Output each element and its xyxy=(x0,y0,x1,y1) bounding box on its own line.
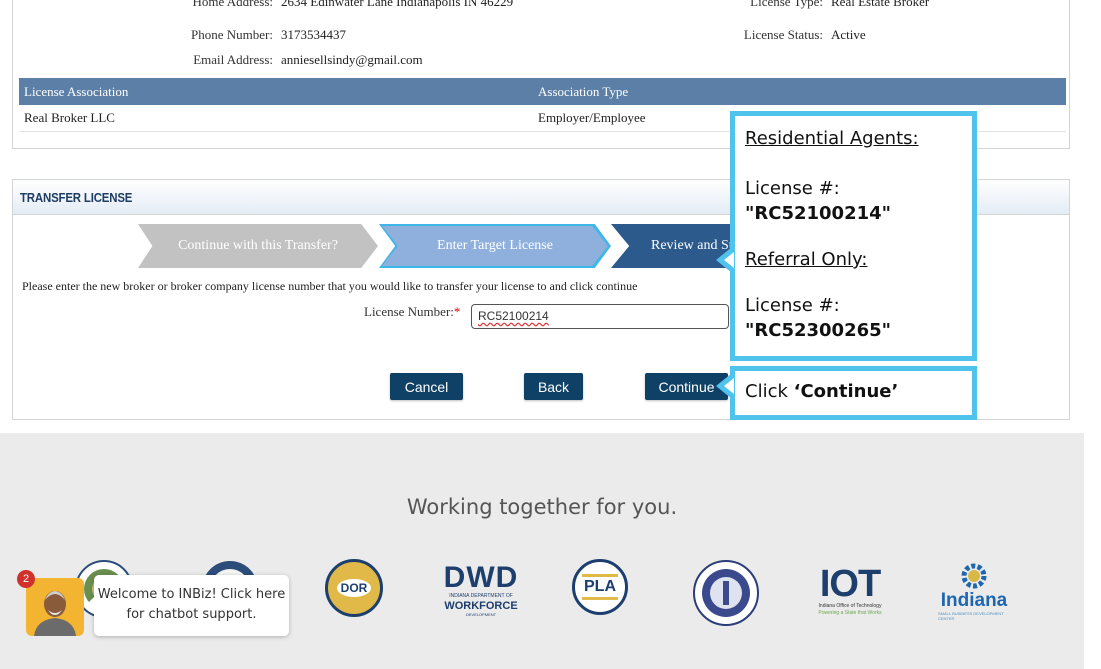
license-number-label-text: License Number: xyxy=(364,304,454,319)
table-header-row: License Association Association Type xyxy=(19,78,1066,105)
pla-text: PLA xyxy=(582,574,618,600)
dor-logo[interactable]: DOR xyxy=(325,559,383,617)
gear-icon xyxy=(961,563,987,589)
dwd-sub: DEVELOPMENT xyxy=(465,612,497,617)
transfer-instructions: Please enter the new broker or broker co… xyxy=(22,279,638,293)
license-type-label: License Type: xyxy=(750,0,823,9)
column-header-association-type: Association Type xyxy=(533,78,1066,105)
license-status-label: License Status: xyxy=(743,27,823,42)
home-address-row: Home Address: 2634 Edinwater Lane Indiana… xyxy=(189,0,513,10)
iot-name: Indiana Office of Technology xyxy=(818,602,882,609)
wizard-step-2-label: Enter Target License xyxy=(437,238,553,253)
pla-seal-icon: PLA xyxy=(572,559,628,615)
wizard-step-2-active-fill: Enter Target License xyxy=(382,226,608,266)
chatbot-welcome-bubble[interactable]: Welcome to INBiz! Click here for chatbot… xyxy=(86,575,289,636)
referral-license-value: "RC52300265" xyxy=(745,320,892,341)
attorney-general-seal-icon xyxy=(693,560,759,626)
phone-label: Phone Number: xyxy=(191,27,273,42)
chatbot-person-icon xyxy=(34,591,76,636)
cancel-button[interactable]: Cancel xyxy=(390,373,463,400)
indiana-text: Indiana xyxy=(940,590,1008,611)
dwd-dept: INDIANA DEPARTMENT OF xyxy=(449,593,513,599)
license-number-label: License Number:* xyxy=(364,304,460,320)
email-value: anniesellsindy@gmail.com xyxy=(281,52,423,67)
referral-license-label: License #: xyxy=(745,295,840,316)
pla-logo[interactable]: PLA xyxy=(572,559,628,615)
chatbot-avatar[interactable] xyxy=(26,578,84,636)
required-marker: * xyxy=(453,304,461,319)
click-continue-callout: Click ‘Continue’ xyxy=(730,366,977,420)
wizard-step-1-label: Continue with this Transfer? xyxy=(178,238,338,253)
column-header-license-association: License Association xyxy=(19,78,533,105)
indiana-sbdc-logo[interactable]: Indiana SMALL BUSINESS DEVELOPMENT CENTE… xyxy=(938,559,1010,623)
wizard-step-confirm-transfer: Continue with this Transfer? xyxy=(138,224,378,268)
chatbot-message: Welcome to INBiz! Click here for chatbot… xyxy=(97,587,286,622)
sbdc-text: SMALL BUSINESS DEVELOPMENT CENTER xyxy=(938,611,1004,621)
back-button[interactable]: Back xyxy=(524,373,583,400)
chatbot-notification-badge: 2 xyxy=(17,570,35,588)
residential-license-label: License #: xyxy=(745,178,840,199)
email-label: Email Address: xyxy=(193,52,273,67)
callout-pointer-bottom-inner xyxy=(724,378,734,394)
referral-heading: Referral Only: xyxy=(745,249,868,270)
residential-license-value: "RC52100214" xyxy=(745,203,892,224)
click-target: ‘Continue’ xyxy=(793,381,899,402)
license-type-row: License Type: Real Estate Broker xyxy=(747,0,929,10)
license-number-callout: Residential Agents: License #: "RC521002… xyxy=(730,111,977,361)
transfer-license-title: TRANSFER LICENSE xyxy=(20,189,133,205)
license-number-value: RC52100214 xyxy=(478,309,549,323)
attorney-general-logo[interactable] xyxy=(692,559,760,627)
dor-seal-icon: DOR xyxy=(325,559,383,617)
license-number-input[interactable]: RC52100214 xyxy=(471,304,729,329)
association-name-cell: Real Broker LLC xyxy=(19,105,533,132)
home-address-value: 2634 Edinwater Lane Indianapolis IN 4622… xyxy=(281,0,514,9)
iot-mark: IOT xyxy=(819,562,881,605)
home-address-label: Home Address: xyxy=(192,0,273,9)
license-status-row: License Status: Active xyxy=(741,27,866,43)
dwd-mark: DWD xyxy=(443,561,519,594)
click-prefix: Click xyxy=(745,381,794,402)
dwd-logo[interactable]: DWD INDIANA DEPARTMENT OF WORKFORCE DEVE… xyxy=(441,559,521,621)
dor-text: DOR xyxy=(336,579,372,597)
callout-pointer-top-inner xyxy=(724,252,734,268)
license-status-value: Active xyxy=(831,27,866,42)
iot-tagline: Powering a State that Works xyxy=(818,609,882,616)
wizard-step-enter-target-license: Enter Target License xyxy=(379,224,611,268)
residential-heading: Residential Agents: xyxy=(745,128,919,149)
phone-value: 3173534437 xyxy=(281,27,346,42)
phone-row: Phone Number: 3173534437 xyxy=(189,27,346,43)
iot-logo[interactable]: IOT Indiana Office of Technology Powerin… xyxy=(814,559,886,621)
license-type-value: Real Estate Broker xyxy=(831,0,930,9)
footer-tagline: Working together for you. xyxy=(406,495,678,519)
dwd-name: WORKFORCE xyxy=(444,600,518,612)
email-row: Email Address: anniesellsindy@gmail.com xyxy=(189,52,423,68)
